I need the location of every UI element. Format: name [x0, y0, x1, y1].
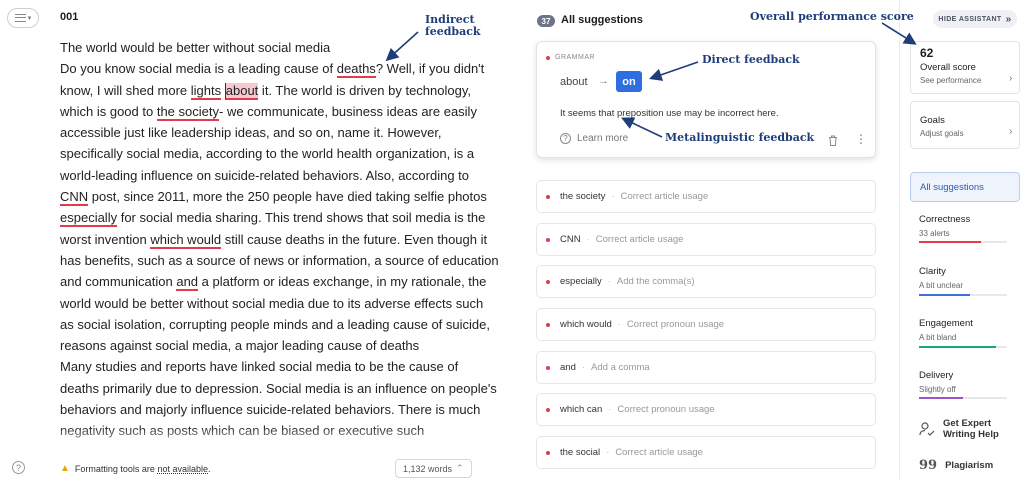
overall-arrow [881, 22, 917, 45]
annotation-arrows [385, 22, 917, 138]
indirect-arrow [385, 31, 419, 62]
metalinguistic-arrow [621, 117, 663, 138]
direct-arrow [648, 61, 699, 81]
